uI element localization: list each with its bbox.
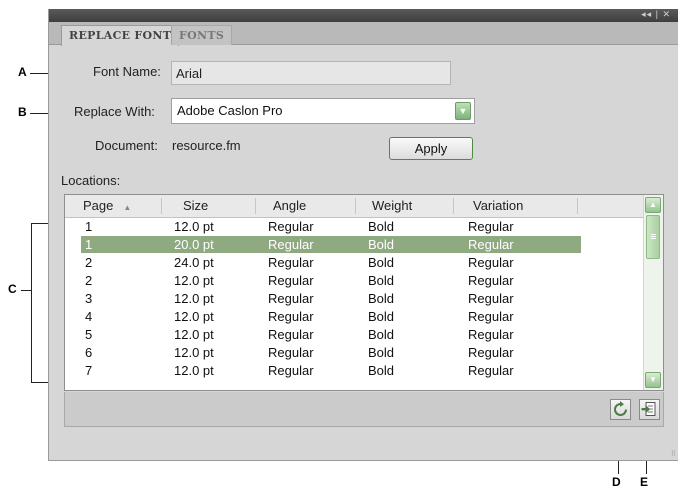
replace-with-dropdown[interactable]: Adobe Caslon Pro ▼ — [171, 98, 475, 124]
cell-weight: Bold — [368, 219, 395, 234]
callout-d: D — [612, 475, 621, 489]
cell-size: 12.0 pt — [174, 309, 214, 324]
cell-size: 12.0 pt — [174, 327, 214, 342]
cell-angle: Regular — [268, 219, 314, 234]
table-row[interactable]: 4 12.0 pt Regular Bold Regular — [65, 308, 645, 326]
cell-weight: Bold — [368, 309, 395, 324]
cell-size: 12.0 pt — [174, 219, 214, 234]
vertical-scrollbar[interactable]: ▲ ▼ — [643, 195, 663, 390]
apply-button[interactable]: Apply — [389, 137, 473, 160]
sort-ascending-icon: ▲ — [123, 203, 132, 212]
go-to-location-button[interactable] — [639, 399, 660, 420]
cell-size: 20.0 pt — [174, 237, 214, 252]
document-label: Document: — [95, 138, 158, 153]
cell-angle: Regular — [268, 309, 314, 324]
locations-list-header: Page ▲ Size Angle Weight Variation — [65, 195, 645, 218]
cell-variation: Regular — [468, 327, 514, 342]
cell-page: 1 — [85, 237, 93, 252]
cell-angle: Regular — [268, 255, 314, 270]
cell-variation: Regular — [468, 237, 514, 252]
callout-c-bracket — [31, 223, 32, 382]
cell-page: 5 — [85, 327, 93, 342]
font-name-field: Arial — [171, 61, 451, 85]
cell-variation: Regular — [468, 345, 514, 360]
tab-replace-font[interactable]: REPLACE FONT — [61, 25, 180, 46]
locations-list[interactable]: Page ▲ Size Angle Weight Variation 1 12.0 … — [64, 194, 664, 391]
table-row[interactable]: 6 12.0 pt Regular Bold Regular — [65, 344, 645, 362]
cell-page: 2 — [85, 273, 93, 288]
cell-angle: Regular — [268, 327, 314, 342]
column-header-size[interactable]: Size — [183, 195, 208, 217]
cell-variation: Regular — [468, 255, 514, 270]
column-header-angle[interactable]: Angle — [273, 195, 306, 217]
callout-e: E — [640, 475, 649, 489]
column-divider[interactable] — [355, 198, 356, 214]
cell-size: 12.0 pt — [174, 345, 214, 360]
cell-variation: Regular — [468, 273, 514, 288]
resize-grip-icon[interactable]: ⠿ — [671, 451, 676, 458]
tab-fonts[interactable]: FONTS — [171, 25, 233, 45]
cell-angle: Regular — [268, 291, 314, 306]
document-value: resource.fm — [172, 138, 241, 153]
cell-page: 4 — [85, 309, 93, 324]
replace-with-value: Adobe Caslon Pro — [177, 103, 283, 118]
cell-variation: Regular — [468, 291, 514, 306]
cell-page: 1 — [85, 219, 93, 234]
cell-angle: Regular — [268, 273, 314, 288]
column-divider[interactable] — [453, 198, 454, 214]
column-divider[interactable] — [577, 198, 578, 214]
panel-titlebar: ◂◂ | ✕ — [49, 9, 678, 22]
replace-font-panel: ◂◂ | ✕ REPLACE FONT FONTS Font Name: Ari… — [48, 9, 678, 461]
cell-weight: Bold — [368, 255, 395, 270]
refresh-icon — [614, 401, 627, 416]
tab-strip: REPLACE FONT FONTS — [49, 22, 678, 46]
cell-page: 3 — [85, 291, 93, 306]
cell-weight: Bold — [368, 345, 395, 360]
cell-weight: Bold — [368, 273, 395, 288]
bottom-toolbar — [64, 392, 664, 427]
callout-a: A — [18, 65, 27, 79]
table-row[interactable]: 1 20.0 pt Regular Bold Regular — [65, 236, 645, 254]
cell-size: 12.0 pt — [174, 291, 214, 306]
chevron-down-icon[interactable]: ▼ — [455, 102, 471, 120]
cell-variation: Regular — [468, 309, 514, 324]
table-row[interactable]: 7 12.0 pt Regular Bold Regular — [65, 362, 645, 380]
collapse-panel-icon[interactable]: ◂◂ | ✕ — [641, 9, 671, 20]
callout-c: C — [8, 282, 17, 296]
cell-weight: Bold — [368, 363, 395, 378]
cell-weight: Bold — [368, 237, 395, 252]
column-header-variation[interactable]: Variation — [473, 195, 523, 217]
cell-variation: Regular — [468, 363, 514, 378]
table-row[interactable]: 2 12.0 pt Regular Bold Regular — [65, 272, 645, 290]
cell-variation: Regular — [468, 219, 514, 234]
table-row[interactable]: 5 12.0 pt Regular Bold Regular — [65, 326, 645, 344]
column-header-page[interactable]: Page ▲ — [83, 195, 131, 217]
cell-page: 6 — [85, 345, 93, 360]
font-name-label: Font Name: — [93, 64, 161, 79]
cell-weight: Bold — [368, 291, 395, 306]
cell-page: 2 — [85, 255, 93, 270]
scroll-thumb[interactable] — [646, 215, 660, 259]
refresh-button[interactable] — [610, 399, 631, 420]
cell-angle: Regular — [268, 345, 314, 360]
column-header-weight[interactable]: Weight — [372, 195, 412, 217]
locations-label: Locations: — [61, 173, 121, 188]
cell-page: 7 — [85, 363, 93, 378]
cell-angle: Regular — [268, 237, 314, 252]
column-divider[interactable] — [161, 198, 162, 214]
cell-size: 12.0 pt — [174, 363, 214, 378]
table-row[interactable]: 2 24.0 pt Regular Bold Regular — [65, 254, 645, 272]
column-divider[interactable] — [255, 198, 256, 214]
cell-angle: Regular — [268, 363, 314, 378]
scroll-down-icon[interactable]: ▼ — [645, 372, 661, 388]
go-to-location-icon — [641, 402, 656, 416]
callout-b: B — [18, 105, 27, 119]
replace-with-label: Replace With: — [74, 104, 155, 119]
table-row[interactable]: 1 12.0 pt Regular Bold Regular — [65, 218, 645, 236]
scroll-up-icon[interactable]: ▲ — [645, 197, 661, 213]
cell-weight: Bold — [368, 327, 395, 342]
table-row[interactable]: 3 12.0 pt Regular Bold Regular — [65, 290, 645, 308]
cell-size: 12.0 pt — [174, 273, 214, 288]
cell-size: 24.0 pt — [174, 255, 214, 270]
